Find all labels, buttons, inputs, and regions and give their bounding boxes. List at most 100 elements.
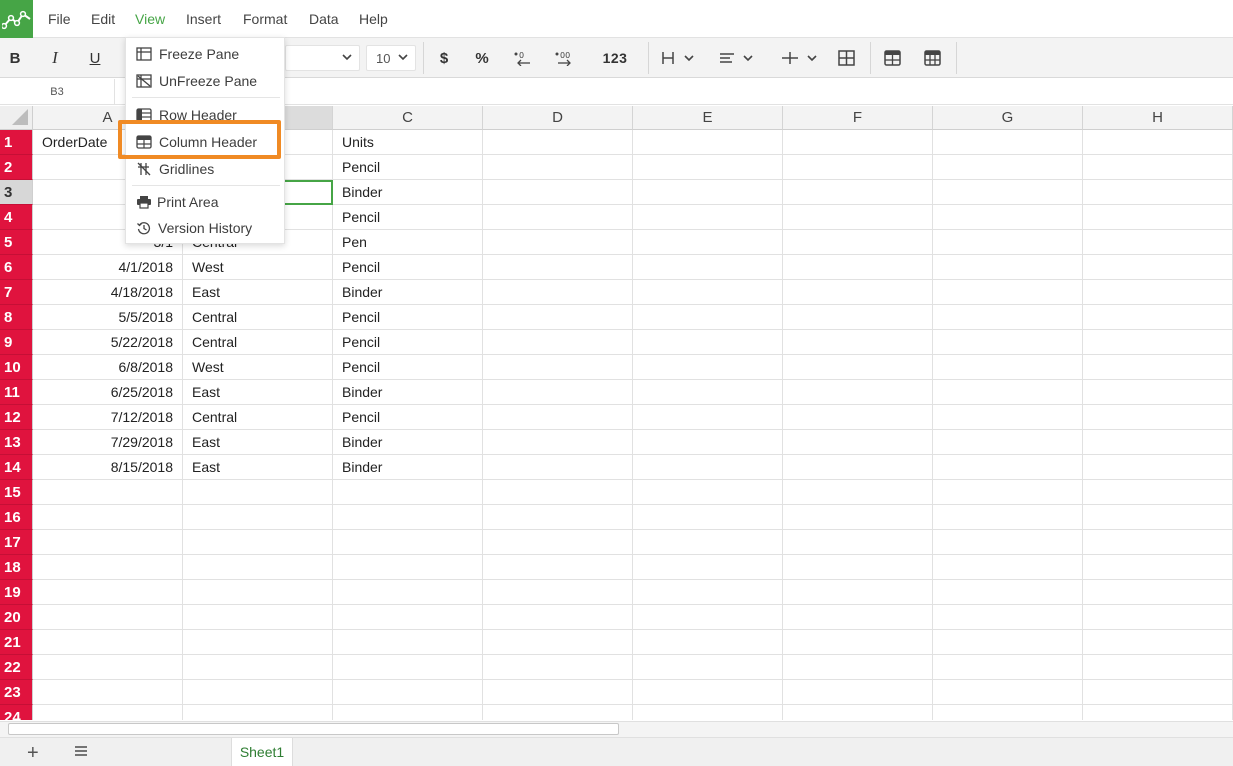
row-header[interactable]: 6: [0, 255, 33, 280]
cell-h2[interactable]: [1083, 155, 1233, 180]
cell-b14[interactable]: East: [183, 455, 333, 480]
cell-h13[interactable]: [1083, 430, 1233, 455]
border-dropdown-button[interactable]: [656, 38, 702, 78]
cell-d3[interactable]: [483, 180, 633, 205]
vertical-align-button[interactable]: [774, 38, 824, 78]
column-header-h[interactable]: H: [1083, 106, 1233, 130]
cell-f11[interactable]: [783, 380, 933, 405]
cell-f12[interactable]: [783, 405, 933, 430]
italic-button[interactable]: I: [40, 38, 70, 78]
insert-table-button[interactable]: [878, 38, 906, 78]
row-header[interactable]: 22: [0, 655, 33, 680]
increase-decimal-button[interactable]: 00: [550, 38, 580, 78]
sheet-tab-sheet1[interactable]: Sheet1: [231, 738, 293, 766]
cell-c11[interactable]: Binder: [333, 380, 483, 405]
cell-c8[interactable]: Pencil: [333, 305, 483, 330]
cell-h6[interactable]: [1083, 255, 1233, 280]
cell-d4[interactable]: [483, 205, 633, 230]
cell-e5[interactable]: [633, 230, 783, 255]
cell-a18[interactable]: [33, 555, 183, 580]
cell-g5[interactable]: [933, 230, 1083, 255]
cell-h18[interactable]: [1083, 555, 1233, 580]
cell-f14[interactable]: [783, 455, 933, 480]
cell-e14[interactable]: [633, 455, 783, 480]
cell-e18[interactable]: [633, 555, 783, 580]
cell-a20[interactable]: [33, 605, 183, 630]
sheet-list-icon[interactable]: [74, 744, 88, 762]
cell-f19[interactable]: [783, 580, 933, 605]
merge-cells-button[interactable]: [832, 38, 860, 78]
column-header-c[interactable]: C: [333, 106, 483, 130]
cell-g4[interactable]: [933, 205, 1083, 230]
cell-b22[interactable]: [183, 655, 333, 680]
cell-h7[interactable]: [1083, 280, 1233, 305]
cell-b17[interactable]: [183, 530, 333, 555]
name-box[interactable]: B3: [0, 79, 115, 105]
cell-d14[interactable]: [483, 455, 633, 480]
cell-e22[interactable]: [633, 655, 783, 680]
cell-c10[interactable]: Pencil: [333, 355, 483, 380]
currency-format-button[interactable]: $: [430, 38, 458, 78]
row-header[interactable]: 17: [0, 530, 33, 555]
cell-h4[interactable]: [1083, 205, 1233, 230]
cell-f3[interactable]: [783, 180, 933, 205]
percent-format-button[interactable]: %: [468, 38, 496, 78]
table-format-button[interactable]: [918, 38, 946, 78]
cell-e2[interactable]: [633, 155, 783, 180]
menu-file[interactable]: File: [48, 11, 71, 27]
cell-e13[interactable]: [633, 430, 783, 455]
menu-data[interactable]: Data: [309, 11, 339, 27]
cell-c23[interactable]: [333, 680, 483, 705]
cell-h17[interactable]: [1083, 530, 1233, 555]
cell-b24[interactable]: [183, 705, 333, 720]
app-logo[interactable]: [0, 0, 33, 38]
cell-b13[interactable]: East: [183, 430, 333, 455]
cell-h23[interactable]: [1083, 680, 1233, 705]
cell-e17[interactable]: [633, 530, 783, 555]
cell-e9[interactable]: [633, 330, 783, 355]
cell-g3[interactable]: [933, 180, 1083, 205]
cell-a11[interactable]: 6/25/2018: [33, 380, 183, 405]
row-header[interactable]: 24: [0, 705, 33, 720]
cell-g8[interactable]: [933, 305, 1083, 330]
cell-f9[interactable]: [783, 330, 933, 355]
cell-b12[interactable]: Central: [183, 405, 333, 430]
menu-item-gridlines[interactable]: Gridlines: [126, 156, 284, 182]
cell-c4[interactable]: Pencil: [333, 205, 483, 230]
cell-h12[interactable]: [1083, 405, 1233, 430]
cell-h9[interactable]: [1083, 330, 1233, 355]
cell-c14[interactable]: Binder: [333, 455, 483, 480]
cell-h22[interactable]: [1083, 655, 1233, 680]
menu-item-version-history[interactable]: Version History: [126, 215, 284, 241]
cell-a14[interactable]: 8/15/2018: [33, 455, 183, 480]
select-all-corner[interactable]: [0, 106, 33, 130]
cell-f15[interactable]: [783, 480, 933, 505]
cell-b6[interactable]: West: [183, 255, 333, 280]
cell-g6[interactable]: [933, 255, 1083, 280]
cell-c17[interactable]: [333, 530, 483, 555]
cell-f8[interactable]: [783, 305, 933, 330]
cell-d8[interactable]: [483, 305, 633, 330]
cell-h1[interactable]: [1083, 130, 1233, 155]
cell-e19[interactable]: [633, 580, 783, 605]
row-header[interactable]: 20: [0, 605, 33, 630]
cell-e16[interactable]: [633, 505, 783, 530]
add-sheet-icon[interactable]: +: [27, 742, 39, 765]
cell-c9[interactable]: Pencil: [333, 330, 483, 355]
cell-f13[interactable]: [783, 430, 933, 455]
cell-f1[interactable]: [783, 130, 933, 155]
cell-f2[interactable]: [783, 155, 933, 180]
cell-g17[interactable]: [933, 530, 1083, 555]
row-header[interactable]: 3: [0, 180, 33, 205]
cell-d7[interactable]: [483, 280, 633, 305]
cell-a16[interactable]: [33, 505, 183, 530]
row-header[interactable]: 8: [0, 305, 33, 330]
cell-d17[interactable]: [483, 530, 633, 555]
cell-g2[interactable]: [933, 155, 1083, 180]
cell-a7[interactable]: 4/18/2018: [33, 280, 183, 305]
row-header[interactable]: 10: [0, 355, 33, 380]
column-header-g[interactable]: G: [933, 106, 1083, 130]
cell-h5[interactable]: [1083, 230, 1233, 255]
cell-c2[interactable]: Pencil: [333, 155, 483, 180]
cell-a23[interactable]: [33, 680, 183, 705]
